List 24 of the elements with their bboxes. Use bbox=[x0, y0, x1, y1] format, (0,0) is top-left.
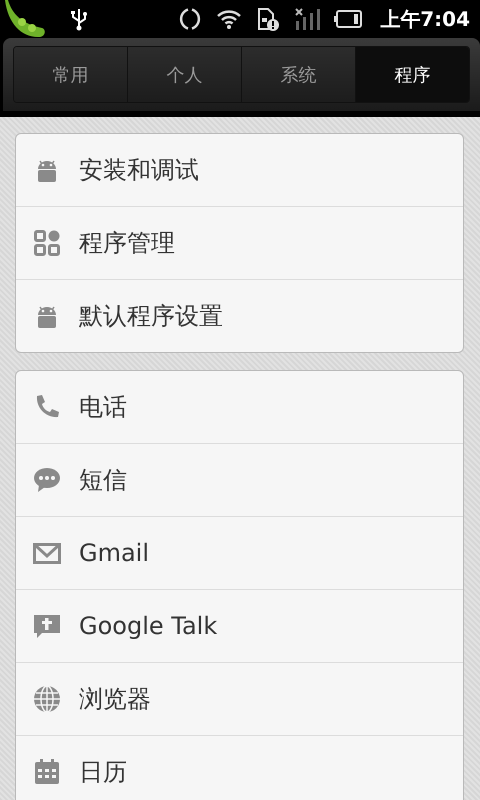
status-time: 上午7:04 bbox=[380, 6, 470, 32]
settings-item[interactable]: 默认程序设置 bbox=[16, 279, 463, 352]
settings-item[interactable]: Gmail bbox=[16, 516, 463, 589]
wifi-icon bbox=[216, 8, 242, 30]
settings-item[interactable]: Google Talk bbox=[16, 589, 463, 662]
settings-item[interactable]: 安装和调试 bbox=[16, 134, 463, 206]
settings-item[interactable]: 电话 bbox=[16, 371, 463, 443]
talk-icon bbox=[33, 612, 61, 640]
tab[interactable]: 个人 bbox=[127, 47, 241, 102]
globe-icon bbox=[33, 685, 61, 713]
usb-icon bbox=[70, 7, 88, 31]
grid-icon bbox=[33, 229, 61, 257]
settings-item[interactable]: 程序管理 bbox=[16, 206, 463, 279]
battery-icon bbox=[334, 10, 362, 28]
tab[interactable]: 程序 bbox=[355, 47, 469, 102]
chat-icon bbox=[33, 466, 61, 494]
calendar-icon bbox=[33, 758, 61, 786]
settings-item[interactable]: 短信 bbox=[16, 443, 463, 516]
no-signal-icon bbox=[294, 7, 320, 31]
sync-icon bbox=[178, 7, 202, 31]
tab[interactable]: 系统 bbox=[241, 47, 355, 102]
settings-item[interactable]: 日历 bbox=[16, 735, 463, 800]
sim-alert-icon bbox=[256, 7, 280, 31]
settings-item[interactable]: 浏览器 bbox=[16, 662, 463, 735]
